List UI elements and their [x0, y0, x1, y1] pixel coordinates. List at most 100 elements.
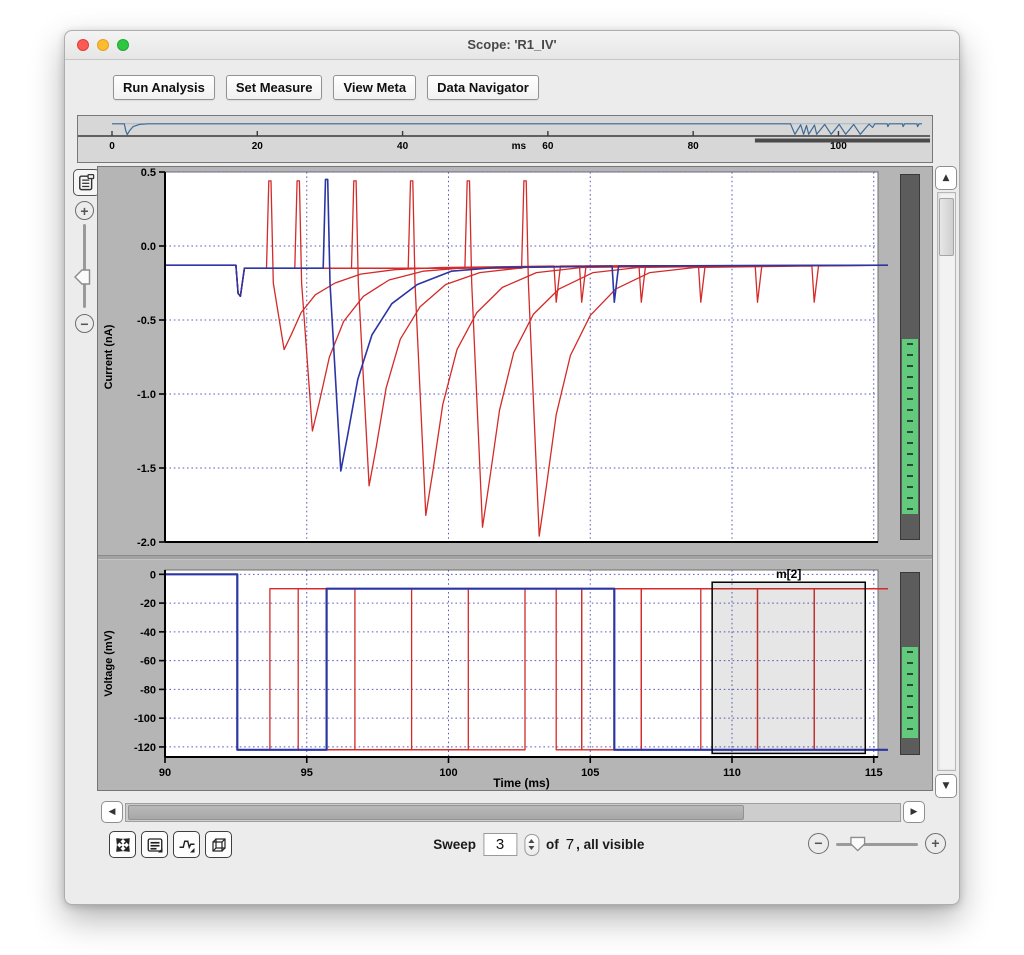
sweep-total: 7: [566, 836, 574, 853]
horizontal-zoom-control: − +: [808, 833, 946, 854]
overview-tick-label: 100: [830, 141, 847, 152]
data-navigator-button[interactable]: Data Navigator: [427, 75, 539, 100]
right-arrow-icon: ▶: [911, 807, 918, 817]
x-tick-label: 115: [865, 767, 883, 779]
overview-unit-label: ms: [512, 141, 527, 152]
zoom-window-button[interactable]: [117, 39, 129, 51]
sweep-stepper[interactable]: [524, 834, 539, 856]
zoom-out-vertical-button[interactable]: −: [75, 314, 94, 333]
window-controls: [77, 39, 129, 51]
left-arrow-icon: ◀: [109, 807, 116, 817]
x-tick-label: 90: [159, 767, 171, 779]
script-panel-button[interactable]: [73, 169, 100, 196]
set-measure-button[interactable]: Set Measure: [226, 75, 323, 100]
scope-window: Scope: 'R1_IV' Run Analysis Set Measure …: [64, 30, 960, 905]
sweep-suffix: , all visible: [576, 837, 644, 852]
up-arrow-icon: ▲: [943, 173, 950, 183]
y-tick-label: -40: [140, 627, 156, 639]
stepper-down-icon: [529, 846, 535, 850]
plus-icon: +: [931, 835, 939, 851]
expand-arrows-icon: [114, 836, 132, 854]
vertical-scroll-thumb[interactable]: [939, 198, 954, 256]
horizontal-scroll-track[interactable]: [125, 803, 901, 822]
current-range-green-segment[interactable]: [902, 339, 918, 514]
scroll-right-button[interactable]: ▶: [903, 801, 925, 823]
overlay-3d-button[interactable]: [205, 831, 232, 858]
window-title: Scope: 'R1_IV': [65, 31, 959, 59]
measure-region-label: m[2]: [776, 567, 801, 581]
waveform-icon: [178, 836, 196, 854]
y-tick-label: -0.5: [137, 315, 156, 327]
slider-thumb-icon: [850, 836, 866, 852]
vertical-zoom-track[interactable]: [83, 224, 86, 308]
measure-region[interactable]: [712, 582, 865, 753]
overview-strip[interactable]: 020406080100ms: [77, 115, 933, 163]
zoom-in-button[interactable]: +: [925, 833, 946, 854]
horizontal-scroll-thumb[interactable]: [128, 805, 744, 820]
vertical-scroll-track[interactable]: [937, 192, 956, 771]
overview-tick-label: 60: [542, 141, 554, 152]
vertical-zoom-thumb[interactable]: [74, 269, 91, 285]
run-analysis-button[interactable]: Run Analysis: [113, 75, 215, 100]
zoom-in-vertical-button[interactable]: +: [75, 201, 94, 220]
y-tick-label: -120: [134, 742, 156, 754]
script-icon: [77, 173, 96, 192]
y-tick-label: -2.0: [137, 537, 156, 549]
overview-plot[interactable]: 020406080100ms: [78, 116, 930, 160]
plus-icon: +: [80, 203, 88, 219]
desktop-background: Scope: 'R1_IV' Run Analysis Set Measure …: [0, 0, 1024, 955]
voltage-plot[interactable]: m[2]0-20-40-60-80-100-120909510010511011…: [98, 565, 888, 792]
overview-tick-label: 80: [688, 141, 700, 152]
y-tick-label: -100: [134, 713, 156, 725]
scroll-left-button[interactable]: ◀: [101, 801, 123, 823]
sweep-number-field[interactable]: 3: [483, 833, 517, 856]
voltage-range-green-segment[interactable]: [902, 647, 918, 738]
display-mode-menu-button[interactable]: [141, 831, 168, 858]
view-meta-button[interactable]: View Meta: [333, 75, 416, 100]
x-tick-label: 95: [301, 767, 313, 779]
y-tick-label: 0: [150, 569, 156, 581]
vertical-scrollbar: ▲ ▼: [935, 166, 957, 798]
zoom-slider-thumb[interactable]: [850, 836, 866, 852]
list-icon: [146, 836, 164, 854]
plot-splitter[interactable]: [98, 555, 932, 560]
x-tick-label: 105: [581, 767, 599, 779]
stepper-up-icon: [529, 839, 535, 843]
zoom-slider-track[interactable]: [836, 843, 918, 846]
y-tick-label: 0.5: [141, 167, 156, 179]
current-range-indicator[interactable]: [900, 174, 920, 540]
zoom-out-button[interactable]: −: [808, 833, 829, 854]
y-tick-label: -1.0: [137, 389, 156, 401]
title-bar[interactable]: Scope: 'R1_IV': [65, 31, 959, 60]
plot-frame: 0.50.0-0.5-1.0-1.5-2.0Current (nA) m[2]0…: [97, 166, 933, 791]
minus-icon: −: [80, 316, 88, 332]
x-axis-title: Time (ms): [493, 776, 549, 790]
current-plot[interactable]: 0.50.0-0.5-1.0-1.5-2.0Current (nA): [98, 167, 888, 549]
vertical-zoom-slider: + −: [73, 201, 97, 333]
voltage-range-indicator[interactable]: [900, 572, 920, 755]
current-axis-title: Current (nA): [103, 324, 115, 389]
x-tick-label: 100: [439, 767, 457, 779]
sweep-label: Sweep: [433, 837, 476, 852]
sweep-controls: Sweep 3 of 7 , all visible: [433, 833, 644, 856]
sweep-of-label: of: [546, 837, 559, 852]
slider-thumb-icon: [74, 269, 91, 285]
voltage-axis-title: Voltage (mV): [103, 630, 115, 697]
trace-style-menu-button[interactable]: [173, 831, 200, 858]
overview-tick-label: 0: [109, 141, 115, 152]
scroll-down-button[interactable]: ▼: [935, 774, 957, 798]
minus-icon: −: [814, 835, 822, 851]
overview-tick-label: 40: [397, 141, 409, 152]
overview-selection-bar[interactable]: [755, 139, 930, 143]
x-tick-label: 110: [723, 767, 741, 779]
horizontal-scrollbar: ◀ ▶: [101, 801, 925, 823]
down-arrow-icon: ▼: [943, 781, 950, 791]
y-tick-label: 0.0: [141, 241, 156, 253]
close-button[interactable]: [77, 39, 89, 51]
zoom-slider[interactable]: [836, 836, 918, 852]
fit-view-button[interactable]: [109, 831, 136, 858]
cube-icon: [210, 836, 228, 854]
minimize-button[interactable]: [97, 39, 109, 51]
y-tick-label: -60: [140, 656, 156, 668]
scroll-up-button[interactable]: ▲: [935, 166, 957, 190]
